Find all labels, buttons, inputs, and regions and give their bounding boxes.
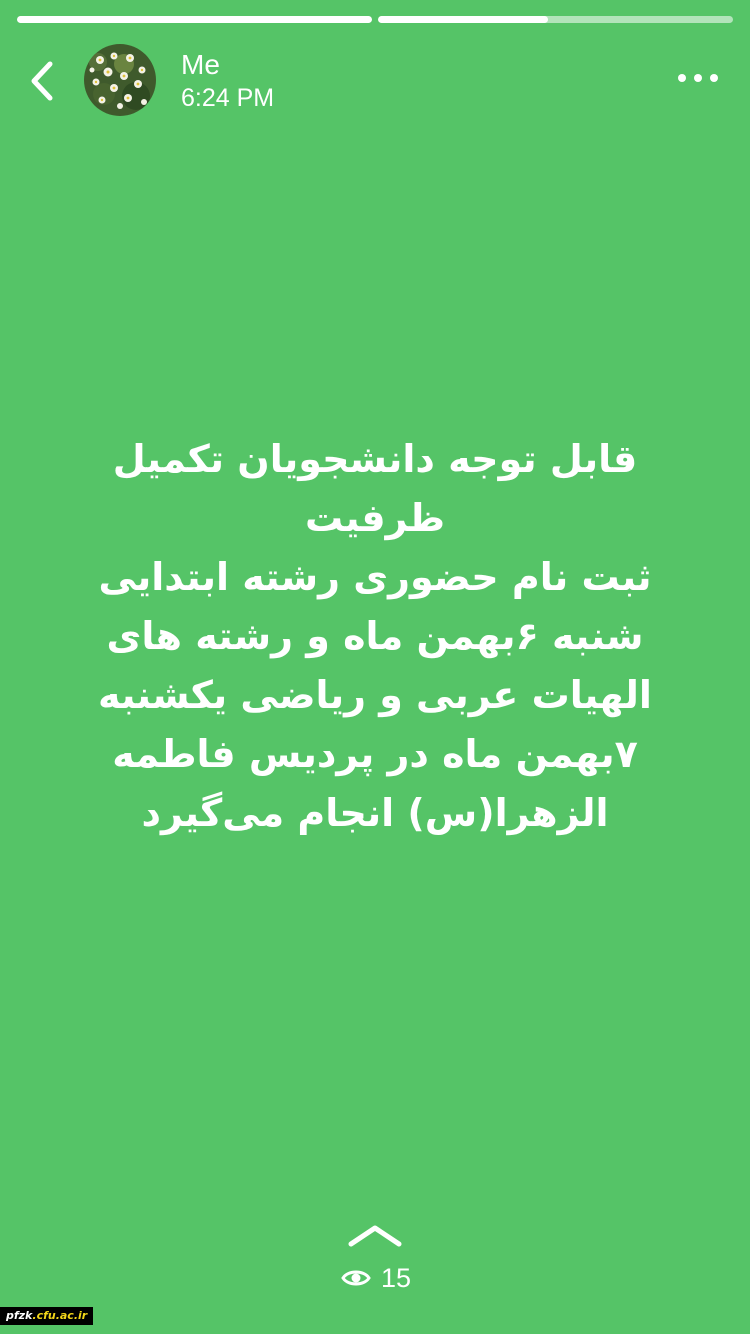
story-text: قابل توجه دانشجویان تکمیل ظرفیت ثبت نام … [40, 430, 710, 843]
story-text-line: ظرفیت [304, 496, 446, 540]
story-text-line: قابل توجه دانشجویان تکمیل [112, 437, 638, 481]
more-options-button[interactable] [674, 64, 722, 92]
watermark-prefix: pfzk [6, 1309, 33, 1322]
avatar[interactable] [84, 44, 156, 116]
story-text-line: شنبه ۶بهمن ماه و رشته های [106, 614, 644, 658]
chevron-left-icon [31, 61, 53, 101]
back-button[interactable] [22, 56, 62, 106]
story-text-line: الزهرا(س) انجام می‌گیرد [141, 791, 609, 835]
watermark: pfzk.cfu.ac.ir [0, 1307, 94, 1325]
ellipsis-icon [678, 74, 718, 82]
eye-icon [341, 1270, 371, 1286]
story-progress-fill-1 [17, 16, 372, 23]
post-time: 6:24 PM [181, 84, 275, 112]
story-text-line: ۷بهمن ماه در پردیس فاطمه [112, 732, 638, 776]
swipe-up-button[interactable] [347, 1222, 403, 1250]
story-progress-segment-1 [17, 16, 372, 23]
avatar-image [84, 44, 156, 116]
view-count[interactable]: 15 [341, 1260, 411, 1296]
watermark-accent: .cfu.ac.ir [32, 1309, 88, 1322]
author-name[interactable]: Me [181, 48, 220, 82]
story-progress-segment-2 [378, 16, 733, 23]
view-count-label: 15 [381, 1262, 412, 1293]
chevron-up-icon [348, 1225, 402, 1247]
story-progress-fill-2 [378, 16, 549, 23]
story-text-line: ثبت نام حضوری رشته ابتدایی [98, 555, 652, 599]
story-text-line: الهیات عربی و ریاضی یکشنبه [98, 673, 652, 717]
